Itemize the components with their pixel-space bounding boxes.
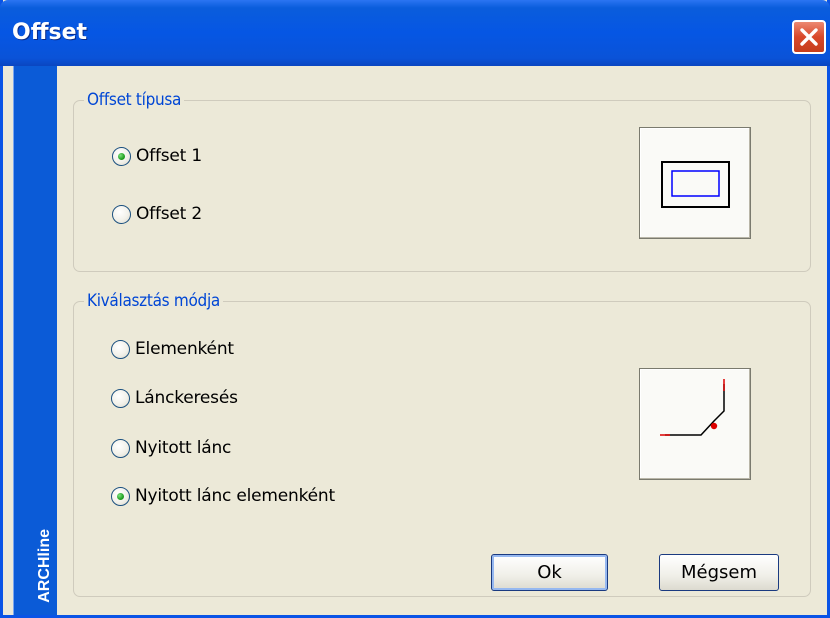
title-bar[interactable]: Offset bbox=[0, 0, 830, 66]
radio-lanckereses-button[interactable] bbox=[111, 388, 130, 408]
selection-mode-preview bbox=[639, 368, 751, 480]
radio-offset-1[interactable]: Offset 1 bbox=[112, 146, 202, 166]
radio-nyitott-lanc[interactable]: Nyitott lánc bbox=[111, 438, 231, 458]
dialog-body: ARCHline Offset típusa Offset 1 Offset 2 bbox=[3, 66, 827, 615]
radio-offset-1-button[interactable] bbox=[112, 146, 131, 166]
side-strip-label: ARCHline bbox=[36, 529, 53, 603]
radio-offset-2-label: Offset 2 bbox=[136, 204, 202, 224]
close-icon bbox=[800, 28, 818, 46]
radio-offset-2-button[interactable] bbox=[112, 204, 131, 224]
offset-rectangle-icon bbox=[661, 161, 730, 208]
offset-type-group: Offset típusa Offset 1 Offset 2 bbox=[73, 90, 811, 272]
radio-nyitott-lanc-button[interactable] bbox=[111, 438, 130, 458]
window-title: Offset bbox=[12, 20, 88, 45]
selection-mode-group: Kiválasztás módja Elemenként Lánckeresés… bbox=[73, 291, 811, 597]
radio-offset-1-label: Offset 1 bbox=[136, 146, 202, 166]
radio-nyitott-lanc-elemenkent-button[interactable] bbox=[111, 486, 130, 506]
radio-elemenkent[interactable]: Elemenként bbox=[111, 339, 234, 359]
close-button[interactable] bbox=[792, 20, 826, 54]
offset-type-preview bbox=[639, 127, 751, 239]
ok-button[interactable]: Ok bbox=[491, 554, 608, 591]
selection-mode-legend: Kiválasztás módja bbox=[84, 291, 223, 311]
radio-elemenkent-button[interactable] bbox=[111, 339, 130, 359]
offset-dialog: Offset ARCHline Offset típusa Offset 1 O… bbox=[0, 0, 830, 618]
radio-lanckereses-label: Lánckeresés bbox=[135, 388, 238, 408]
offset-type-legend: Offset típusa bbox=[84, 90, 185, 110]
radio-lanckereses[interactable]: Lánckeresés bbox=[111, 388, 238, 408]
cancel-button[interactable]: Mégsem bbox=[659, 554, 779, 591]
radio-elemenkent-label: Elemenként bbox=[135, 339, 234, 359]
side-strip: ARCHline bbox=[13, 66, 57, 615]
radio-nyitott-lanc-elemenkent[interactable]: Nyitott lánc elemenként bbox=[111, 486, 335, 506]
open-chain-icon bbox=[660, 379, 725, 436]
radio-nyitott-lanc-elemenkent-label: Nyitott lánc elemenként bbox=[135, 486, 335, 506]
radio-offset-2[interactable]: Offset 2 bbox=[112, 204, 202, 224]
radio-nyitott-lanc-label: Nyitott lánc bbox=[135, 438, 232, 458]
